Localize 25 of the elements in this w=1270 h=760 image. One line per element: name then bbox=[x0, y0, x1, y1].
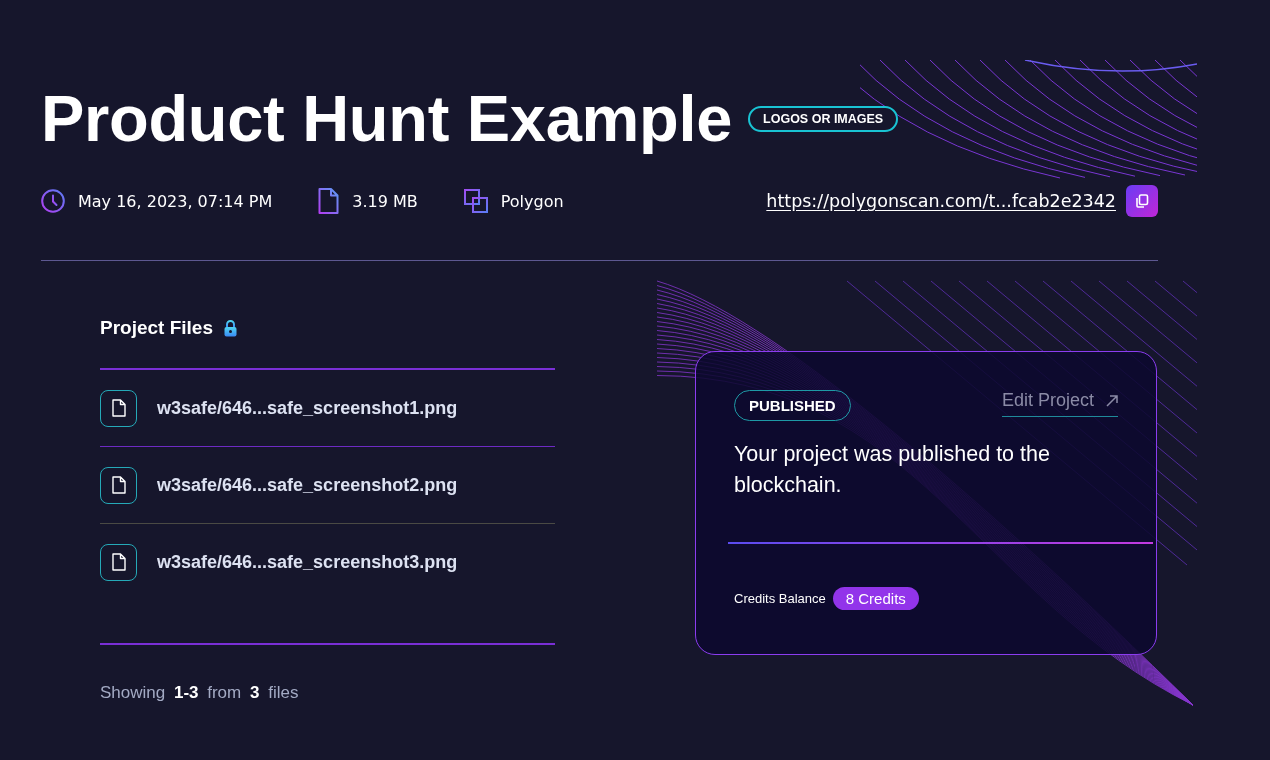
credits-label: Credits Balance bbox=[734, 591, 826, 606]
clock-icon bbox=[41, 189, 65, 213]
file-name[interactable]: w3safe/646...safe_screenshot2.png bbox=[157, 474, 458, 496]
edit-project-link[interactable]: Edit Project bbox=[1001, 390, 1118, 417]
pagination-summary: Showing 1-3 from 3 files bbox=[100, 683, 300, 703]
arrow-icon bbox=[1106, 394, 1118, 407]
overlapping-squares-icon bbox=[463, 189, 488, 213]
date-text: May 16, 2023, 07:14 PM bbox=[78, 191, 273, 211]
file-name[interactable]: w3safe/646...safe_screenshot1.png bbox=[157, 397, 458, 419]
page-title: Product Hunt Example bbox=[41, 81, 733, 157]
status-message: Your project was published to the blockchain. bbox=[734, 441, 1051, 499]
file-icon bbox=[100, 466, 137, 504]
copy-icon bbox=[1135, 194, 1149, 208]
file-icon bbox=[100, 389, 137, 427]
copy-button[interactable] bbox=[1126, 185, 1158, 217]
file-name[interactable]: w3safe/646...safe_screenshot3.png bbox=[157, 551, 458, 573]
lock-icon bbox=[224, 319, 237, 337]
transaction-link[interactable]: https://polygonscan.com/t...fcab2e2342 bbox=[766, 191, 1116, 211]
credits-badge: 8 Credits bbox=[832, 587, 919, 610]
category-tag: LOGOS OR IMAGES bbox=[748, 106, 899, 132]
panel-title: Project Files bbox=[100, 317, 213, 339]
network-text: Polygon bbox=[500, 191, 564, 211]
size-text: 3.19 MB bbox=[352, 191, 418, 211]
file-icon bbox=[100, 543, 137, 581]
document-icon bbox=[318, 188, 340, 214]
